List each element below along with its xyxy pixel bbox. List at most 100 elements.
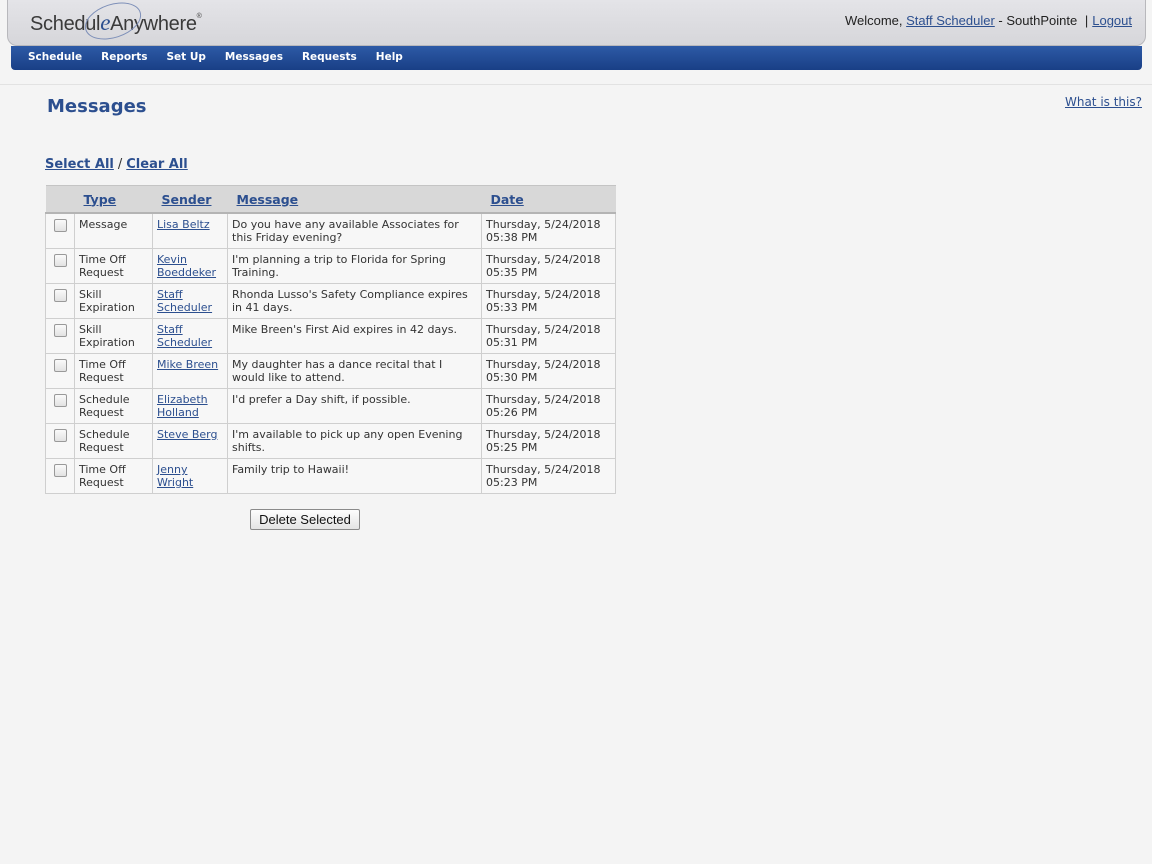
- time-text: 05:30 PM: [486, 371, 538, 384]
- message-cell: Rhonda Lusso's Safety Compliance expires…: [227, 283, 482, 319]
- main-nav: Schedule Reports Set Up Messages Requests Hel…: [11, 46, 1142, 70]
- message-cell: Mike Breen's First Aid expires in 42 day…: [227, 318, 482, 354]
- select-all-link[interactable]: Select All: [45, 157, 114, 172]
- message-cell: I'd prefer a Day shift, if possible.: [227, 388, 482, 424]
- date-cell: Thursday, 5/24/2018 05:23 PM: [481, 458, 616, 494]
- row-checkbox[interactable]: [53, 289, 67, 302]
- messages-table: Type Sender Message Date Message Lisa Bel…: [45, 185, 616, 494]
- row-checkbox[interactable]: [53, 464, 67, 477]
- row-checkbox-cell: [45, 458, 75, 494]
- sort-message-link[interactable]: Message: [237, 192, 299, 207]
- time-text: 05:38 PM: [486, 231, 538, 244]
- time-text: 05:26 PM: [486, 406, 538, 419]
- delete-selected-button[interactable]: Delete Selected: [250, 509, 360, 530]
- date-cell: Thursday, 5/24/2018 05:33 PM: [481, 283, 616, 319]
- app-header: ScheduleAnywhere® Welcome, Staff Schedul…: [7, 0, 1146, 47]
- nav-item-set-up[interactable]: Set Up: [167, 46, 206, 69]
- sender-link[interactable]: Kevin Boeddeker: [157, 253, 216, 279]
- logout-link[interactable]: Logout: [1092, 13, 1132, 28]
- nav-item-requests[interactable]: Requests: [302, 46, 357, 69]
- date-text: Thursday, 5/24/2018: [486, 393, 601, 406]
- row-checkbox[interactable]: [53, 219, 67, 232]
- date-text: Thursday, 5/24/2018: [486, 428, 601, 441]
- nav-item-messages[interactable]: Messages: [225, 46, 283, 69]
- row-checkbox[interactable]: [53, 394, 67, 407]
- nav-item-help[interactable]: Help: [376, 46, 403, 69]
- time-text: 05:35 PM: [486, 266, 538, 279]
- row-checkbox-cell: [45, 353, 75, 389]
- table-row: Schedule Request Steve Berg I'm available …: [45, 423, 616, 459]
- table-row: Time Off Request Jenny Wright Family trip …: [45, 458, 616, 494]
- clear-all-link[interactable]: Clear All: [126, 157, 188, 172]
- sender-link[interactable]: Elizabeth Holland: [157, 393, 208, 419]
- header-sender[interactable]: Sender: [152, 185, 228, 214]
- message-cell: I'm planning a trip to Florida for Sprin…: [227, 248, 482, 284]
- sender-link[interactable]: Jenny Wright: [157, 463, 193, 489]
- date-text: Thursday, 5/24/2018: [486, 288, 601, 301]
- table-header-row: Type Sender Message Date: [45, 185, 616, 214]
- table-row: Schedule Request Elizabeth Holland I'd pre…: [45, 388, 616, 424]
- header-message[interactable]: Message: [227, 185, 482, 214]
- type-cell: Message: [74, 212, 153, 249]
- header-checkbox-column: [45, 185, 75, 214]
- row-checkbox[interactable]: [53, 324, 67, 337]
- sort-date-link[interactable]: Date: [491, 192, 524, 207]
- header-type[interactable]: Type: [74, 185, 153, 214]
- time-text: 05:23 PM: [486, 476, 538, 489]
- sender-link[interactable]: Mike Breen: [157, 358, 218, 371]
- selection-controls: Select All / Clear All: [45, 157, 188, 172]
- app-logo[interactable]: ScheduleAnywhere®: [30, 10, 202, 40]
- sender-cell: Kevin Boeddeker: [152, 248, 228, 284]
- sender-cell: Elizabeth Holland: [152, 388, 228, 424]
- what-is-this-link[interactable]: What is this?: [1065, 95, 1142, 109]
- date-text: Thursday, 5/24/2018: [486, 323, 601, 336]
- time-text: 05:25 PM: [486, 441, 538, 454]
- sender-cell: Mike Breen: [152, 353, 228, 389]
- sender-cell: Jenny Wright: [152, 458, 228, 494]
- nav-item-reports[interactable]: Reports: [101, 46, 147, 69]
- row-checkbox[interactable]: [53, 254, 67, 267]
- row-checkbox-cell: [45, 318, 75, 354]
- welcome-divider: |: [1084, 13, 1089, 28]
- date-cell: Thursday, 5/24/2018 05:35 PM: [481, 248, 616, 284]
- sender-cell: Steve Berg: [152, 423, 228, 459]
- date-text: Thursday, 5/24/2018: [486, 253, 601, 266]
- sort-sender-link[interactable]: Sender: [162, 192, 212, 207]
- messages-table-body: Message Lisa Beltz Do you have any availab…: [45, 212, 616, 494]
- message-cell: Do you have any available Associates for…: [227, 212, 482, 249]
- type-cell: Skill Expiration: [74, 283, 153, 319]
- date-cell: Thursday, 5/24/2018 05:31 PM: [481, 318, 616, 354]
- welcome-separator: -: [998, 13, 1003, 28]
- message-cell: My daughter has a dance recital that I w…: [227, 353, 482, 389]
- date-cell: Thursday, 5/24/2018 05:26 PM: [481, 388, 616, 424]
- type-cell: Schedule Request: [74, 388, 153, 424]
- header-date[interactable]: Date: [481, 185, 616, 214]
- logo-text-2: e: [100, 10, 111, 35]
- logo-text-1: Schedul: [30, 13, 101, 35]
- sender-cell: Lisa Beltz: [152, 212, 228, 249]
- user-name-link[interactable]: Staff Scheduler: [906, 13, 995, 28]
- type-cell: Time Off Request: [74, 248, 153, 284]
- sender-link[interactable]: Staff Scheduler: [157, 323, 212, 349]
- row-checkbox[interactable]: [53, 359, 67, 372]
- sender-cell: Staff Scheduler: [152, 283, 228, 319]
- sender-link[interactable]: Lisa Beltz: [157, 218, 210, 231]
- message-cell: Family trip to Hawaii!: [227, 458, 482, 494]
- logo-registered-mark: ®: [196, 13, 202, 20]
- welcome-label: Welcome,: [844, 13, 903, 28]
- logo-text-3: Anywhere: [110, 13, 197, 35]
- sort-type-link[interactable]: Type: [84, 192, 117, 207]
- time-text: 05:31 PM: [486, 336, 538, 349]
- row-checkbox[interactable]: [53, 429, 67, 442]
- type-cell: Skill Expiration: [74, 318, 153, 354]
- table-row: Skill Expiration Staff Scheduler Rhonda Lu…: [45, 283, 616, 319]
- sender-link[interactable]: Staff Scheduler: [157, 288, 212, 314]
- sender-link[interactable]: Steve Berg: [157, 428, 217, 441]
- message-cell: I'm available to pick up any open Evenin…: [227, 423, 482, 459]
- nav-item-schedule[interactable]: Schedule: [28, 46, 82, 69]
- row-checkbox-cell: [45, 283, 75, 319]
- date-text: Thursday, 5/24/2018: [486, 358, 601, 371]
- nav-list: Schedule Reports Set Up Messages Requests Hel…: [11, 46, 1142, 69]
- date-cell: Thursday, 5/24/2018 05:38 PM: [481, 212, 616, 249]
- date-text: Thursday, 5/24/2018: [486, 218, 601, 231]
